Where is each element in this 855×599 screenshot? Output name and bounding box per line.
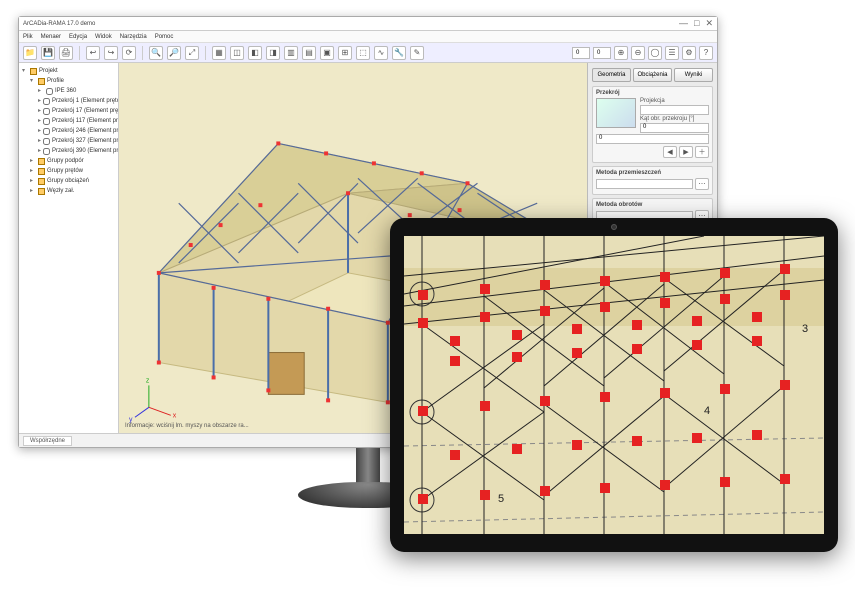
tab-wyniki[interactable]: Wyniki	[674, 68, 713, 82]
svg-text:z: z	[146, 377, 150, 384]
projection-select[interactable]	[640, 105, 709, 115]
coord-tab[interactable]: Współrzędne	[23, 436, 72, 446]
view3-icon[interactable]: ◧	[248, 46, 262, 60]
main-toolbar: 📁 💾 🖨 ↩ ↪ ⟳ 🔍 🔎 ⤢ ▦ ◫ ◧ ◨ ▥ ▤ ▣ ⊞ ⬚ ∿ 🔧 …	[19, 43, 717, 63]
maximize-button[interactable]: □	[694, 18, 699, 29]
node-label-3: 3	[802, 323, 808, 335]
menu-pomoc[interactable]: Pomoc	[155, 34, 174, 40]
help-icon[interactable]: ?	[699, 46, 713, 60]
menu-edycja[interactable]: Edycja	[69, 34, 87, 40]
tree-ipe[interactable]: IPE 360	[55, 86, 76, 96]
next-section-icon[interactable]: ▶	[679, 146, 693, 158]
tree-item[interactable]: Przekrój 1 (Element prętowy)	[52, 96, 119, 106]
gear-icon[interactable]: ⚙	[682, 46, 696, 60]
menu-menazer[interactable]: Menaer	[41, 34, 61, 40]
project-tree[interactable]: ▾Projekt ▾Profile ▸IPE 360 ▸Przekrój 1 (…	[19, 63, 119, 433]
prev-section-icon[interactable]: ◀	[663, 146, 677, 158]
minus-icon[interactable]: ⊖	[631, 46, 645, 60]
fit-icon[interactable]: ⤢	[185, 46, 199, 60]
edit-icon[interactable]: ✎	[410, 46, 424, 60]
undo-icon[interactable]: ↩	[86, 46, 100, 60]
menubar: Plik Menaer Edycja Widok Narzędzia Pomoc	[19, 31, 717, 43]
tree-check[interactable]	[43, 128, 50, 135]
titlebar: ArCADia-RAMA 17.0 demo — □ ✕	[19, 17, 717, 31]
add-section-icon[interactable]: ＋	[695, 146, 709, 158]
tab-obciazenia[interactable]: Obciążenia	[633, 68, 672, 82]
refresh-icon[interactable]: ⟳	[122, 46, 136, 60]
tree-profile[interactable]: Profile	[47, 76, 64, 86]
tree-group[interactable]: Grupy podpór	[47, 156, 84, 166]
window-controls: — □ ✕	[679, 18, 713, 29]
metoda1-input[interactable]	[596, 179, 693, 189]
angle-input[interactable]: 0	[640, 123, 709, 133]
tree-group[interactable]: Węzły zał.	[47, 186, 74, 196]
view2-icon[interactable]: ◫	[230, 46, 244, 60]
close-button[interactable]: ✕	[705, 18, 713, 29]
menu-plik[interactable]: Plik	[23, 34, 33, 40]
tree-check-ipe[interactable]	[46, 88, 53, 95]
tb-field-2[interactable]: 0	[593, 47, 611, 59]
zoom-out-icon[interactable]: 🔎	[167, 46, 181, 60]
tree-item[interactable]: Przekrój 246 (Element prętowy)	[52, 126, 119, 136]
tree-root[interactable]: Projekt	[39, 66, 58, 76]
zoom-in-icon[interactable]: 🔍	[149, 46, 163, 60]
offset-input[interactable]: 0	[596, 134, 709, 144]
print-icon[interactable]: 🖨	[59, 46, 73, 60]
tablet-device: 3 4 5	[390, 218, 838, 552]
tree-check[interactable]	[43, 138, 50, 145]
circle-icon[interactable]: ◯	[648, 46, 662, 60]
wave-icon[interactable]: ∿	[374, 46, 388, 60]
section-metoda1: Metoda przemieszczeń ⋯	[592, 166, 713, 195]
node-label-4: 4	[704, 405, 710, 417]
menu-narzedzia[interactable]: Narzędzia	[120, 34, 147, 40]
viewport-info: Informacje: wciśnij lm. myszy na obszarz…	[125, 423, 249, 429]
tool-icon[interactable]: 🔧	[392, 46, 406, 60]
tree-group[interactable]: Grupy prętów	[47, 166, 83, 176]
metoda-btn-icon[interactable]: ⋯	[695, 178, 709, 190]
tablet-viewport[interactable]: 3 4 5	[404, 236, 824, 534]
window-title: ArCADia-RAMA 17.0 demo	[23, 21, 95, 27]
view1-icon[interactable]: ▦	[212, 46, 226, 60]
view9-icon[interactable]: ⬚	[356, 46, 370, 60]
redo-icon[interactable]: ↪	[104, 46, 118, 60]
tree-check[interactable]	[43, 148, 50, 155]
view8-icon[interactable]: ⊞	[338, 46, 352, 60]
camera-icon	[611, 224, 617, 230]
tree-check[interactable]	[43, 108, 50, 115]
view4-icon[interactable]: ◨	[266, 46, 280, 60]
minimize-button[interactable]: —	[679, 18, 688, 29]
node-label-5: 5	[498, 493, 504, 505]
tree-check[interactable]	[43, 118, 50, 125]
tree-item[interactable]: Przekrój 17 (Element prętowy)	[52, 106, 119, 116]
menu-widok[interactable]: Widok	[95, 34, 112, 40]
view5-icon[interactable]: ▥	[284, 46, 298, 60]
view6-icon[interactable]: ▤	[302, 46, 316, 60]
section-title: Przekrój	[596, 90, 709, 96]
tree-item[interactable]: Przekrój 327 (Element prętowy)	[52, 136, 119, 146]
tree-item[interactable]: Przekrój 117 (Element prętowy)	[52, 116, 119, 126]
open-icon[interactable]: 📁	[23, 46, 37, 60]
tab-geometria[interactable]: Geometria	[592, 68, 631, 82]
section-przekroj: Przekrój Projekcja Kąt obr. przekroju [°…	[592, 86, 713, 163]
section-preview-icon	[596, 98, 636, 128]
save-icon[interactable]: 💾	[41, 46, 55, 60]
svg-text:x: x	[173, 412, 177, 419]
view7-icon[interactable]: ▣	[320, 46, 334, 60]
tree-item[interactable]: Przekrój 390 (Element prętowy)	[52, 146, 119, 156]
tree-check[interactable]	[43, 98, 50, 105]
tree-group[interactable]: Grupy obciążeń	[47, 176, 89, 186]
tb-field-1[interactable]: 0	[572, 47, 590, 59]
list-icon[interactable]: ☰	[665, 46, 679, 60]
plus-icon[interactable]: ⊕	[614, 46, 628, 60]
monitor-stand	[338, 448, 398, 506]
